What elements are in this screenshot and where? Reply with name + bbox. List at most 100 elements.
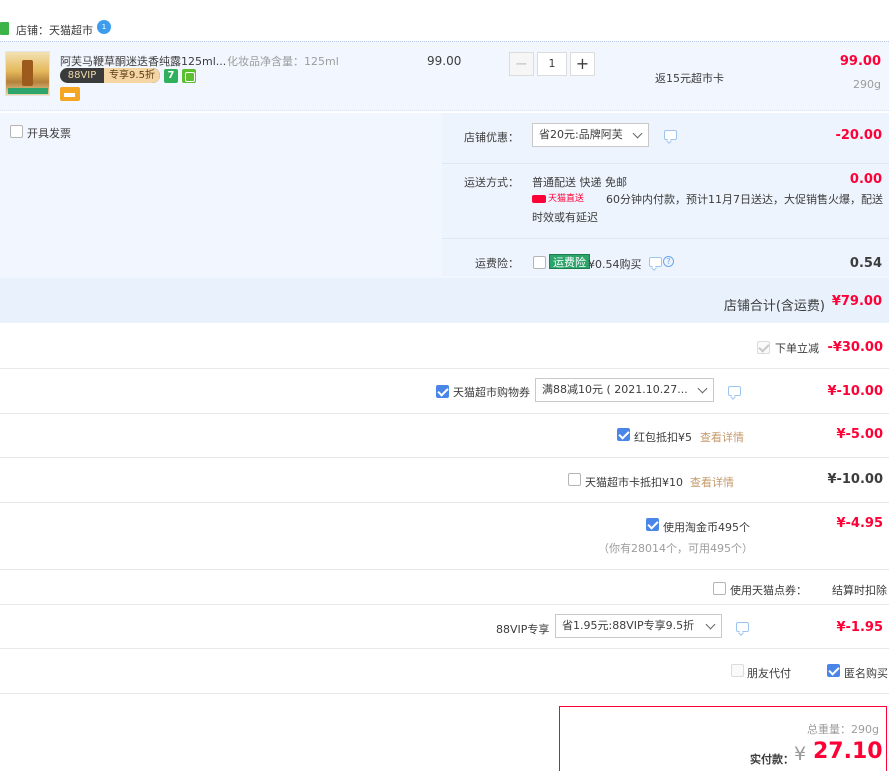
shipping-method: 普通配送 快递 免邮 [532,176,627,189]
store-discount-select[interactable]: 省20元:品牌阿芙 [532,123,649,147]
store-total-amount: ¥79.00 [831,294,882,309]
store-discount-amount: -20.00 [835,128,882,143]
divider [0,648,889,649]
divider [0,693,889,694]
coupon-amount: ¥-10.00 [827,384,883,399]
tmall-cat-icon [532,194,546,203]
red-packet-amount: ¥-5.00 [836,427,883,442]
taojinbi-label: 使用淘金币495个 [663,521,750,534]
anonymous-label: 匿名购买 [844,667,888,680]
item-weight: 290g [853,78,881,91]
chevron-down-icon [697,383,708,394]
tmall-direct-label: 天猫直送 [548,194,585,204]
freight-insurance-label: 运费险： [475,257,519,270]
taojinbi-amount: ¥-4.95 [836,516,883,531]
supermarket-card-details-link[interactable]: 查看详情 [690,474,734,490]
taojinbi-sub: （你有28014个，可用495个） [598,542,753,555]
coupon-checkbox[interactable] [436,385,449,398]
cart-item-row: 阿芙马鞭草酮迷迭香纯露125ml... 化妆品净含量：125ml 88VIP 专… [0,41,889,111]
chat-icon[interactable] [664,130,677,140]
tmall-points-checkbox[interactable] [713,582,726,595]
supermarket-card-amount: ¥-10.00 [827,472,883,487]
guarantee-icon [182,69,196,83]
store-chat-badge[interactable]: 1 [97,20,111,34]
card-payment-icon [60,87,80,101]
help-icon[interactable]: ? [663,256,674,267]
seven-day-return-icon: 7 [164,69,178,83]
store-header: 店铺：天猫超市 1 [0,18,893,40]
item-subtotal: 99.00 [839,54,881,69]
chat-icon[interactable] [736,622,749,632]
product-label-graphic [8,88,48,94]
coupon-selected: 满88减10元 ( 2021.10.27... [542,383,688,396]
divider [442,163,889,164]
order-discount-amount: -¥30.00 [827,340,883,355]
taojinbi-checkbox[interactable] [646,518,659,531]
chat-icon[interactable] [728,386,741,396]
quantity-stepper: − 1 + [509,52,596,76]
quantity-input[interactable]: 1 [537,52,567,76]
currency-symbol: ¥ [794,743,807,765]
tmall-points-value: 结算时扣除 [832,584,887,597]
freight-insurance-checkbox[interactable] [533,256,546,269]
divider [0,569,889,570]
quantity-decrease-button[interactable]: − [509,52,534,76]
friend-pay-label: 朋友代付 [747,667,791,680]
actual-pay-amount: 27.10 [813,739,883,764]
shipping-amount: 0.00 [849,172,882,187]
freight-insurance-desc: ¥0.54购买 [588,258,642,271]
supermarket-card-checkbox[interactable] [568,473,581,486]
product-bottle-graphic [22,60,33,86]
divider [0,502,889,503]
shipping-label: 运送方式： [464,176,519,189]
store-discount-selected: 省20元:品牌阿芙 [539,128,623,141]
chat-icon[interactable] [649,257,662,267]
order-discount-checkbox [757,341,770,354]
freight-insurance-tag: 运费险 [549,254,590,269]
vip88-amount: ¥-1.95 [836,620,883,635]
store-discount-label: 店铺优惠： [464,131,519,144]
red-packet-checkbox[interactable] [617,428,630,441]
product-sku: 化妆品净含量：125ml [227,55,339,68]
divider [0,604,889,605]
vip88-label: 88VIP专享 [496,623,550,636]
rebate-text: 返15元超市卡 [655,72,724,85]
supermarket-card-label: 天猫超市卡抵扣¥10 [585,476,683,489]
quantity-increase-button[interactable]: + [570,52,595,76]
store-total-label: 店铺合计(含运费) [723,299,825,314]
shipping-note-line2: 时效或有延迟 [532,211,598,224]
vip-tag-label: 88VIP [67,70,97,81]
divider [0,457,889,458]
store-total-bar: 店铺合计(含运费) ¥79.00 [0,278,889,323]
divider [442,238,889,239]
vip88-select[interactable]: 省1.95元:88VIP专享9.5折 [555,614,722,638]
divider [0,413,889,414]
store-icon [0,22,9,35]
anonymous-checkbox[interactable] [827,664,840,677]
coupon-select[interactable]: 满88减10元 ( 2021.10.27... [535,378,714,402]
coupon-label: 天猫超市购物券 [453,386,530,399]
tmall-direct-tag: 天猫直送 [532,193,584,205]
friend-pay-checkbox[interactable] [731,664,744,677]
store-name[interactable]: 店铺：天猫超市 [16,22,93,38]
vip-discount-tag: 88VIP 专享9.5折 [60,68,160,83]
product-title[interactable]: 阿芙马鞭草酮迷迭香纯露125ml... [60,53,226,69]
vip-tag-discount: 专享9.5折 [104,68,160,83]
chevron-down-icon [632,128,643,139]
red-packet-details-link[interactable]: 查看详情 [700,429,744,445]
vip88-selected: 省1.95元:88VIP专享9.5折 [562,619,695,632]
shipping-note-line1: 60分钟内付款，预计11月7日送达，大促销售火爆，配送 [606,193,883,206]
unit-price: 99.00 [427,54,462,68]
freight-insurance-amount: 0.54 [849,256,882,271]
invoice-label: 开具发票 [27,127,71,140]
final-payment-box: 总重量：290g 实付款： ¥ 27.10 [559,706,887,771]
divider [0,368,889,369]
red-packet-label: 红包抵扣¥5 [634,431,692,444]
product-thumbnail[interactable] [5,51,50,96]
order-discount-label: 下单立减 [775,342,819,355]
total-weight: 总重量：290g [807,723,879,736]
tmall-points-label: 使用天猫点券： [730,584,807,597]
invoice-checkbox[interactable] [10,125,23,138]
actual-pay-label: 实付款： [750,753,794,766]
chevron-down-icon [705,619,716,630]
